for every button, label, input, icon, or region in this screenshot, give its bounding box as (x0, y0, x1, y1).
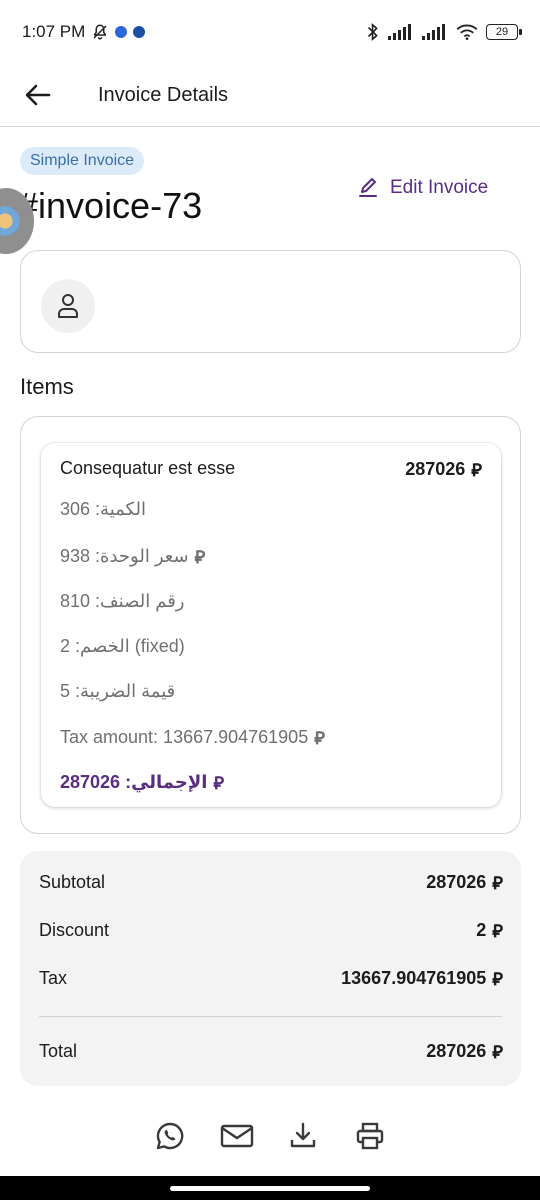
print-button[interactable] (350, 1116, 390, 1156)
total-value: 287026 (426, 1041, 487, 1061)
total-label: Total (39, 1041, 78, 1061)
subtotal-label: Subtotal (39, 872, 106, 892)
tax-value: 13667.904761905 (341, 968, 487, 988)
wifi-icon (456, 24, 478, 40)
back-arrow-icon (25, 84, 51, 106)
status-right: 29 (366, 23, 522, 41)
bubble-avatar (0, 206, 20, 236)
bluetooth-icon (367, 23, 378, 41)
item-unit-price: سعر الوحدة: 938 ⃁ (60, 545, 206, 568)
subtotal-value-wrap: 287026 ⃁ (426, 871, 503, 894)
battery-indicator: 29 (486, 24, 522, 40)
summary-subtotal-row: Subtotal 287026 ⃁ (39, 871, 503, 894)
page-title: Invoice Details (98, 83, 229, 106)
riyal-currency-icon: ⃁ (194, 547, 206, 567)
discount-value-wrap: 2 ⃁ (476, 919, 503, 942)
list-item[interactable]: Consequatur est esse 287026 ⃁ الكمية: 30… (41, 443, 501, 807)
items-section-title: Items (20, 374, 74, 399)
item-tax-amount-text: Tax amount: 13667.904761905 (60, 727, 309, 747)
mute-bell-icon (93, 24, 107, 40)
invoice-type-chip: Simple Invoice (20, 147, 145, 175)
tax-label: Tax (39, 968, 68, 988)
whatsapp-share-button[interactable] (150, 1116, 190, 1156)
customer-avatar (41, 279, 95, 333)
print-icon (356, 1122, 384, 1150)
edit-invoice-label: Edit Invoice (390, 177, 489, 198)
discount-value: 2 (476, 920, 487, 940)
invoice-actions (150, 1114, 390, 1158)
riyal-currency-icon: ⃁ (492, 1042, 503, 1062)
item-total-text: الإجمالي: 287026 (60, 772, 208, 792)
riyal-currency-icon: ⃁ (314, 728, 325, 748)
summary-total-row: Total 287026 ⃁ (39, 1040, 503, 1063)
riyal-currency-icon: ⃁ (492, 969, 503, 989)
subtotal-value: 287026 (426, 872, 487, 892)
items-card: Consequatur est esse 287026 ⃁ الكمية: 30… (20, 416, 521, 834)
discount-label: Discount (39, 920, 110, 940)
riyal-currency-icon: ⃁ (471, 460, 482, 480)
item-tax-rate: قيمة الضريبة: 5 (60, 681, 176, 701)
pencil-icon (359, 178, 377, 197)
user-icon (58, 294, 78, 318)
tax-value-wrap: 13667.904761905 ⃁ (341, 967, 503, 990)
total-value-wrap: 287026 ⃁ (426, 1040, 503, 1063)
item-tax-amount: Tax amount: 13667.904761905 ⃁ (60, 726, 325, 749)
email-share-button[interactable] (217, 1116, 257, 1156)
riyal-currency-icon: ⃁ (492, 873, 503, 893)
notification-app-icon (133, 26, 146, 38)
status-time: 1:07 PM (22, 22, 86, 41)
summary-discount-row: Discount 2 ⃁ (39, 919, 503, 942)
download-button[interactable] (283, 1116, 323, 1156)
item-total: الإجمالي: 287026 ⃁ (60, 771, 224, 794)
item-price: 287026 ⃁ (405, 458, 482, 481)
navigation-bar (0, 1176, 540, 1200)
app-bar: Invoice Details (0, 64, 540, 127)
customer-card[interactable] (20, 250, 521, 353)
email-icon (220, 1124, 253, 1148)
signal-icon (422, 24, 445, 40)
signal-icon (388, 24, 411, 40)
item-discount: الخصم: 2 (fixed) (60, 636, 185, 656)
whatsapp-icon (156, 1122, 184, 1150)
notification-app-icon (115, 26, 128, 38)
riyal-currency-icon: ⃁ (213, 773, 224, 793)
edit-invoice-button[interactable]: Edit Invoice (356, 176, 488, 200)
home-indicator[interactable] (170, 1186, 370, 1191)
item-quantity: الكمية: 306 (60, 499, 146, 519)
item-name: Consequatur est esse (60, 458, 236, 478)
download-icon (291, 1122, 316, 1148)
invoice-summary: Subtotal 287026 ⃁ Discount 2 ⃁ Tax 13667… (20, 851, 521, 1086)
status-bar: 1:07 PM 29 (0, 0, 540, 64)
status-left: 1:07 PM (22, 22, 146, 42)
summary-tax-row: Tax 13667.904761905 ⃁ (39, 967, 503, 990)
item-unit-price-text: سعر الوحدة: 938 (60, 546, 189, 566)
invoice-number: #invoice-73 (18, 185, 203, 226)
back-button[interactable] (18, 75, 58, 115)
riyal-currency-icon: ⃁ (492, 921, 503, 941)
summary-divider (39, 1016, 502, 1017)
item-price-value: 287026 (405, 459, 466, 479)
item-number: رقم الصنف: 810 (60, 591, 185, 611)
